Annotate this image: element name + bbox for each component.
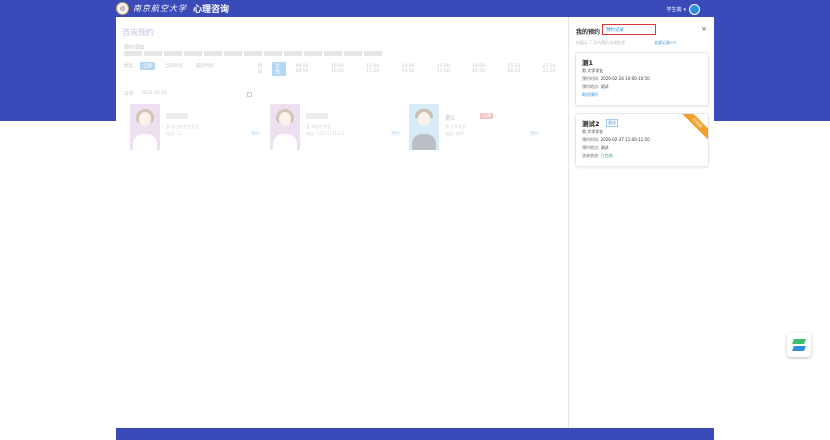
appointment-time: 预约时间: 2026-02-26 10:00-10:50 (582, 76, 650, 81)
system-title: 心理咨询 (193, 5, 230, 15)
appointment-card[interactable]: 测1 男 大学学业 预约时间: 2026-02-26 10:00-10:50 预… (575, 52, 709, 106)
status-badge: 已满 (480, 113, 493, 119)
type-filter-label: 类型 (124, 64, 133, 69)
notice-text-blurred (124, 51, 384, 56)
appointment-location: 预约地点: 测试 (582, 145, 609, 150)
panel-title: 我的预约 (576, 29, 601, 36)
calendar-icon[interactable] (247, 92, 252, 97)
footer-bar (116, 428, 714, 440)
date-picker[interactable]: 日期 2026-02-26 (124, 91, 167, 97)
date-label: 日期 (124, 92, 133, 97)
appointment-info: 男 大学学业 (582, 68, 604, 73)
time-slot[interactable]: 21:30-22:20 (540, 63, 568, 75)
completed-ribbon: 已完成 (677, 114, 708, 143)
notice-label: 预约须知 (124, 45, 145, 51)
counselor-phone: 电话: 11 (166, 131, 182, 136)
appointment-location: 预约地点: 测试 (582, 84, 609, 89)
counselor-phone: 电话: 11111111111 (306, 131, 345, 136)
appointment-records-button[interactable]: 预约记录 (602, 24, 656, 35)
appointment-counselor-name: 测试2 (582, 120, 600, 128)
counselor-info: 女 硕士研究生学业 (166, 124, 200, 129)
counselor-photo (270, 104, 300, 150)
time-slot[interactable]: 14:00-14:50 (398, 63, 426, 75)
time-slot[interactable]: 10:00-10:50 (328, 63, 356, 75)
appointment-card[interactable]: 已完成 测试2 测试 男 大学学业 预约时间: 2026-02-27 11:00… (575, 113, 709, 167)
booking-area-dimmed: 咨询预约 预约须知 类型 全部 当前时段 最新时段 时段 全部 09:00-09… (116, 17, 568, 428)
type-filter-latest[interactable]: 最新时段 (193, 62, 217, 70)
appointment-info: 男 大学学业 (582, 129, 604, 134)
chevron-down-icon: ▾ (683, 6, 686, 13)
time-slot[interactable]: 16:00-16:50 (469, 63, 497, 75)
cancel-appointment-link[interactable]: 取消预约 (582, 92, 598, 98)
top-navigation-bar: ◎ 南京航空大学 心理咨询 学生端 ▾ (116, 0, 714, 17)
user-name: 学生端 (666, 7, 682, 13)
avatar[interactable] (689, 4, 700, 15)
book-button[interactable]: 预约 (530, 131, 539, 137)
counselor-name-blurred (306, 113, 328, 119)
university-logo-text: 南京航空大学 (133, 4, 187, 13)
time-filter: 时段 全部 09:00-09:50 10:00-10:50 11:00-11:5… (258, 62, 568, 76)
time-slot[interactable]: 11:00-11:50 (363, 63, 391, 75)
my-appointments-panel: 我的预约 预约记录 × 仅展示 7 天内预约咨询信息 全部记录>> 测1 男 大… (568, 17, 714, 428)
time-slot[interactable]: 15:35-16:25 (504, 63, 532, 75)
counselor-name: 测1 (445, 115, 455, 122)
time-slot[interactable]: 15:00-15:50 (434, 63, 462, 75)
appointment-type-badge: 测试 (606, 119, 618, 127)
time-filter-label: 时段 (258, 64, 263, 75)
counselor-card[interactable]: 女 本科生学业 电话: 11111111111 预约 (270, 104, 400, 150)
type-filter: 类型 全部 当前时段 最新时段 (124, 62, 217, 70)
counselor-card[interactable]: 测1 已满 男 大学学业 电话: 测试 预约 (409, 104, 539, 150)
page-title: 咨询预约 (122, 28, 154, 37)
time-slot-all[interactable]: 全部 (272, 62, 286, 76)
close-icon[interactable]: × (701, 25, 707, 33)
type-filter-current[interactable]: 当前时段 (162, 62, 186, 70)
counselor-card[interactable]: 女 硕士研究生学业 电话: 11 预约 (130, 104, 260, 150)
counselor-photo (409, 104, 439, 150)
counselor-info: 女 本科生学业 (306, 124, 332, 129)
all-records-link[interactable]: 全部记录>> (654, 40, 677, 46)
content-card: 咨询预约 预约须知 类型 全部 当前时段 最新时段 时段 全部 09:00-09… (116, 17, 714, 428)
appointment-counselor-name: 测1 (582, 59, 594, 67)
book-button[interactable]: 预约 (391, 131, 400, 137)
time-slot[interactable]: 09:00-09:50 (293, 63, 321, 75)
counselor-name-blurred (166, 113, 188, 119)
counselor-phone: 电话: 测试 (445, 131, 464, 136)
appointment-status: 咨询状态: 已完成 (582, 153, 613, 158)
user-menu[interactable]: 学生端 ▾ (666, 4, 700, 15)
book-button[interactable]: 预约 (251, 131, 260, 137)
chat-widget-icon[interactable] (787, 333, 811, 357)
panel-tip: 仅展示 7 天内预约咨询信息 (576, 40, 626, 45)
appointment-time: 预约时间: 2026-02-27 11:00-11:50 (582, 137, 650, 142)
date-value[interactable]: 2026-02-26 (141, 91, 167, 97)
university-seal-icon: ◎ (116, 2, 129, 15)
counselor-photo (130, 104, 160, 150)
counselor-info: 男 大学学业 (445, 124, 467, 129)
type-filter-all[interactable]: 全部 (140, 62, 155, 70)
